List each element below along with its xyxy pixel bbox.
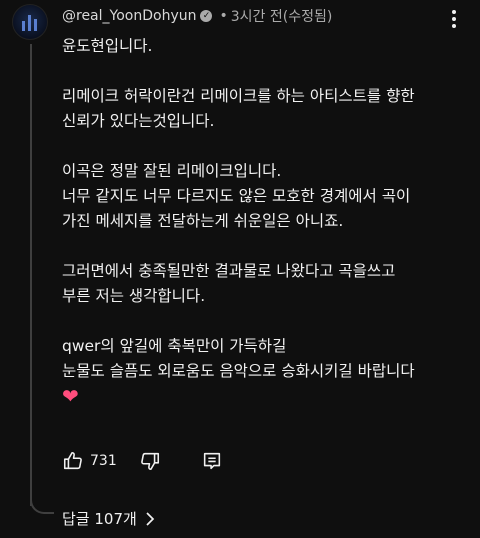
comment-line: 윤도현입니다.: [62, 37, 153, 55]
chevron-right-icon: [145, 511, 155, 526]
comment-line: [62, 234, 462, 259]
separator-dot: •: [219, 8, 228, 24]
comment-line: 가진 메세지를 전달하는게 쉬운일은 아니죠.: [62, 212, 344, 230]
thumbs-down-icon[interactable]: [139, 450, 161, 472]
verified-check-icon: ✓: [200, 10, 213, 22]
more-vertical-icon[interactable]: [446, 8, 462, 30]
comment-line: 부른 저는 생각합니다.: [62, 287, 206, 305]
comment-line: 너무 같지도 너무 다르지도 않은 모호한 경계에서 곡이: [62, 187, 411, 205]
comment-line: 눈물도 슬픔도 외로움도 음악으로 승화시키길 바랍니다: [62, 362, 415, 380]
comment-line: 리메이크 허락이란건 리메이크를 하는 아티스트를 향한: [62, 87, 415, 105]
timestamp[interactable]: 3시간 전(수정됨): [231, 6, 333, 26]
replies-button[interactable]: 답글 107개: [62, 508, 155, 529]
comment-actions: 731: [62, 448, 223, 474]
comment-line: 신뢰가 있다는것입니다.: [62, 112, 215, 130]
comment-text: 윤도현입니다. 리메이크 허락이란건 리메이크를 하는 아티스트를 향한 신뢰가…: [62, 34, 462, 411]
comment-line: 그러면에서 충족될만한 결과물로 나왔다고 곡을쓰고: [62, 262, 396, 280]
comment-line: [62, 309, 462, 334]
like-count: 731: [90, 453, 117, 469]
thread-curve: [30, 490, 54, 514]
replies-label: 답글 107개: [62, 510, 137, 528]
comment-header: @real_YoonDohyun ✓ • 3시간 전(수정됨): [62, 6, 332, 26]
comment-line: 이곡은 정말 잘된 리메이크입니다.: [62, 162, 282, 180]
author-handle[interactable]: @real_YoonDohyun: [62, 8, 196, 24]
heart-emoji-icon: ❤: [62, 384, 79, 408]
thread-line: [30, 44, 32, 506]
comment-line: [62, 59, 462, 84]
thumbs-up-icon[interactable]: [62, 450, 84, 472]
reply-comment-icon[interactable]: [201, 450, 223, 472]
comment-line: qwer의 앞길에 축복만이 가득하길: [62, 337, 287, 355]
avatar[interactable]: [12, 4, 48, 40]
comment-line: [62, 134, 462, 159]
